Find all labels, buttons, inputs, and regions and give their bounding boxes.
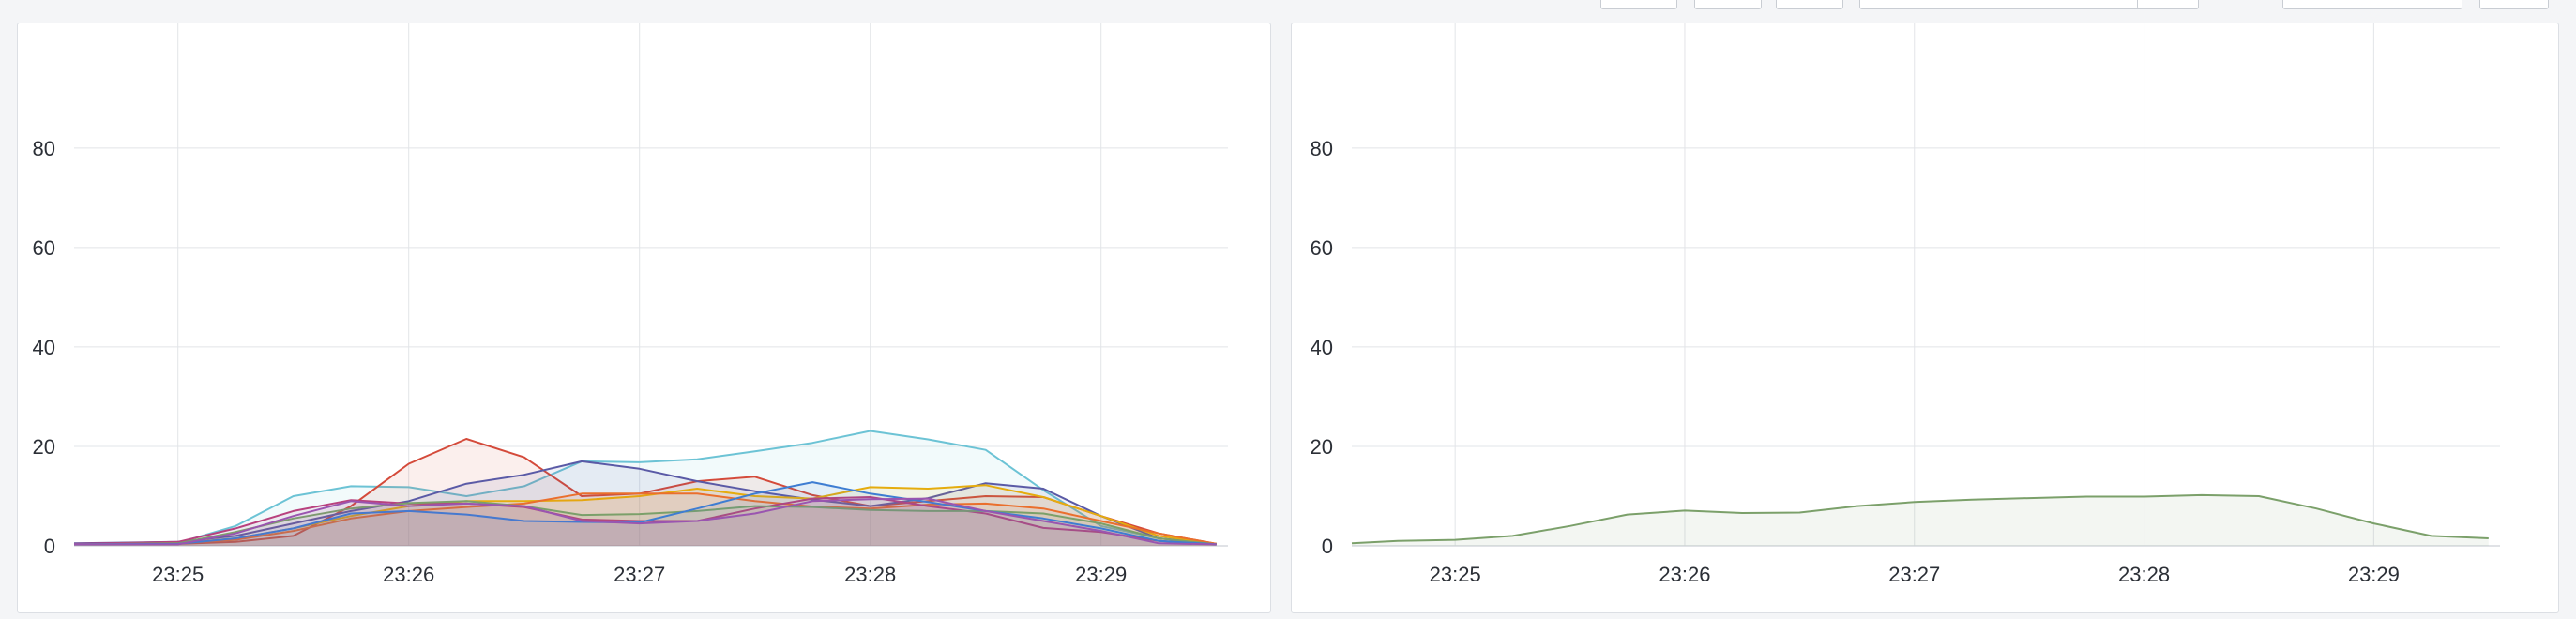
toolbar-button[interactable]: [1694, 0, 1762, 9]
y-tick-label: 20: [33, 435, 55, 459]
y-tick-label: 0: [44, 535, 55, 558]
y-tick-label: 60: [33, 236, 55, 260]
time-range-dropdown[interactable]: [2137, 0, 2199, 9]
x-tick-label: 23:29: [2348, 563, 2400, 586]
y-tick-label: 80: [33, 137, 55, 160]
chart-panel-left: 0 20 40 60 80 23:25 23:26 23:27 23:28 23:29: [17, 23, 1271, 613]
dashboard-toolbar: [0, 0, 2576, 9]
time-series-chart: 0 20 40 60 80 23:25 23:26 23:27 23:28 23:29: [1311, 23, 2500, 586]
y-tick-label: 40: [1311, 336, 1333, 359]
x-tick-label: 23:26: [1659, 563, 1710, 586]
x-tick-label: 23:27: [614, 563, 665, 586]
y-tick-label: 80: [1311, 137, 1333, 160]
x-tick-label: 23:26: [383, 563, 434, 586]
x-tick-label: 23:29: [1075, 563, 1127, 586]
series: [1351, 493, 2489, 546]
toolbar-button[interactable]: [1600, 0, 1677, 9]
chart-panel-right: 0 20 40 60 80 23:25 23:26 23:27 23:28 23:29: [1291, 23, 2559, 613]
time-series-chart: 0 20 40 60 80 23:25 23:26 23:27 23:28 23:29: [33, 23, 1228, 586]
refresh-picker[interactable]: [2282, 0, 2462, 9]
grid: [1352, 23, 2500, 546]
y-tick-label: 40: [33, 336, 55, 359]
y-tick-label: 20: [1311, 435, 1333, 459]
toolbar-button[interactable]: [1776, 0, 1843, 9]
x-tick-label: 23:28: [2118, 563, 2170, 586]
x-tick-label: 23:28: [844, 563, 896, 586]
toolbar-button[interactable]: [2479, 0, 2549, 9]
x-tick-label: 23:27: [1888, 563, 1940, 586]
y-tick-label: 0: [1322, 535, 1333, 558]
x-tick-label: 23:25: [152, 563, 204, 586]
x-tick-label: 23:25: [1430, 563, 1481, 586]
y-tick-label: 60: [1311, 236, 1333, 260]
